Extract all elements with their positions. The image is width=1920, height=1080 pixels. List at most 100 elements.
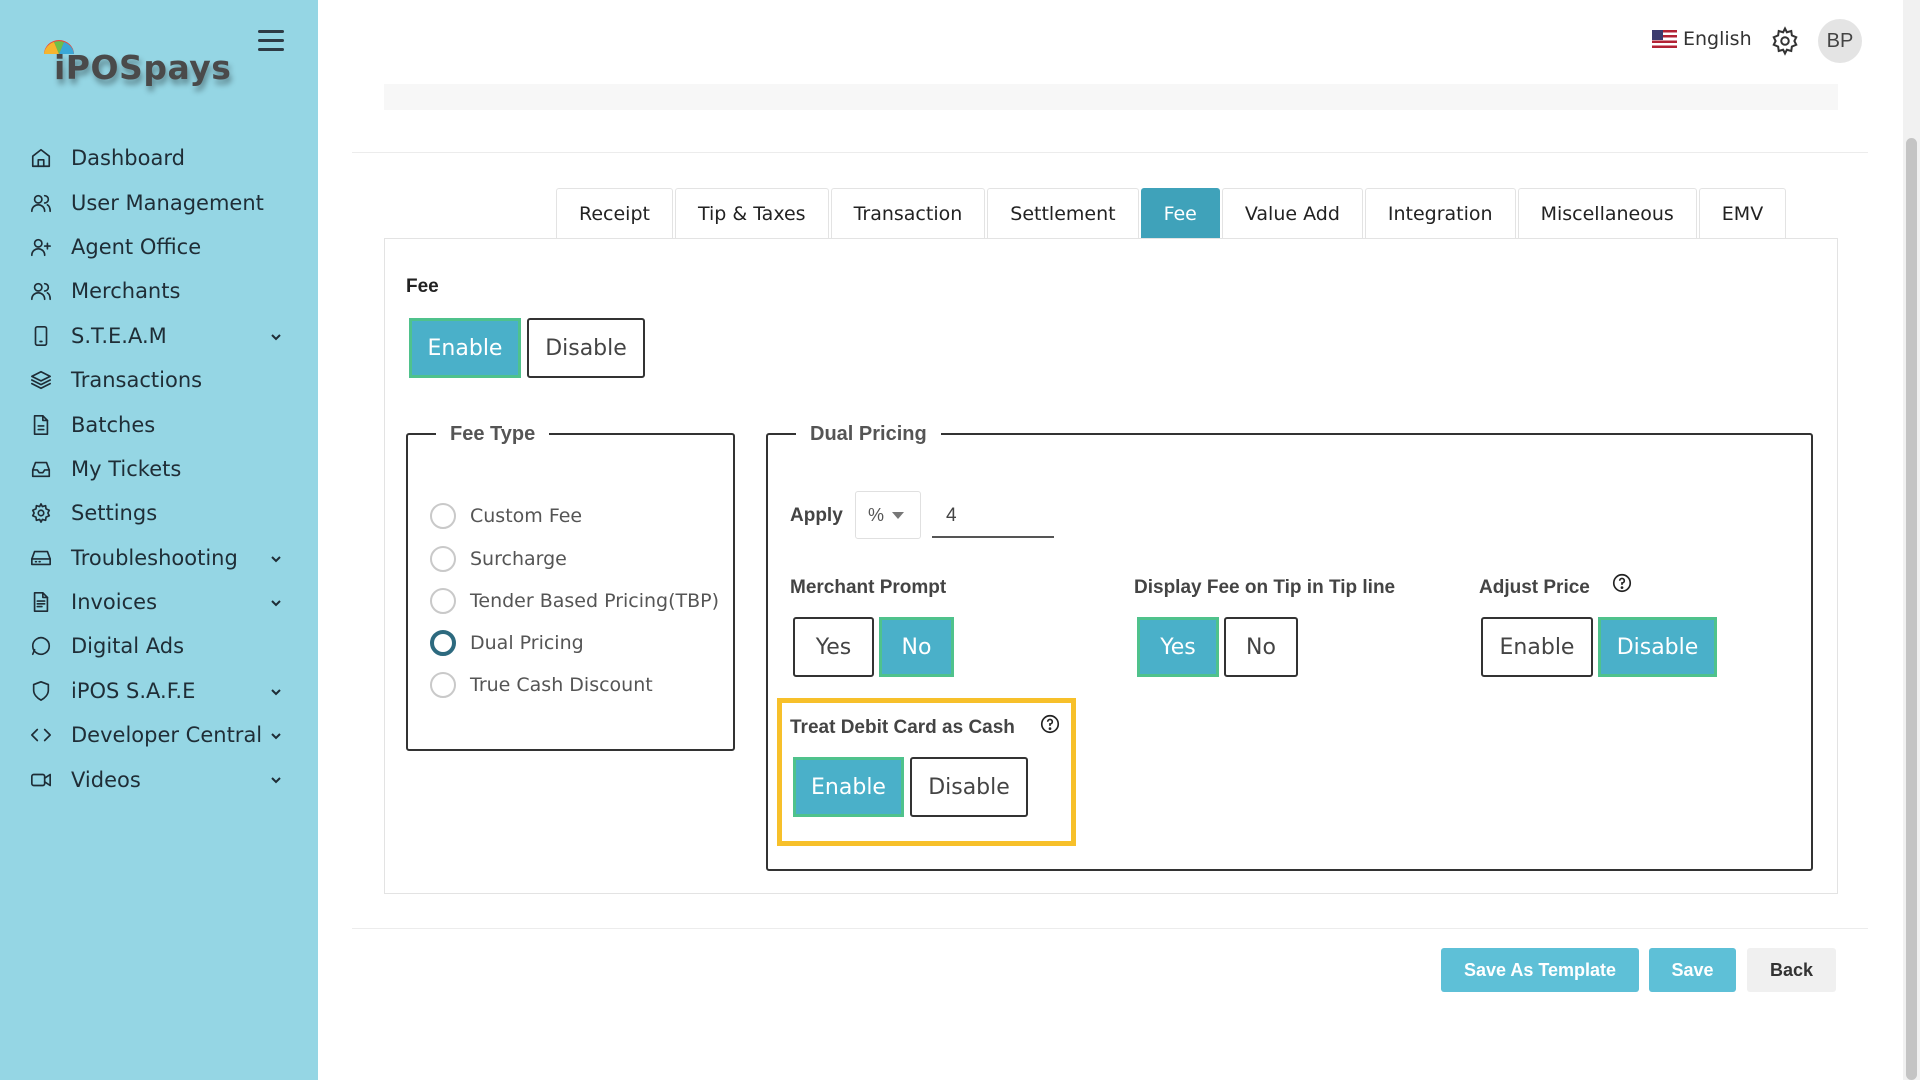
radio-button[interactable] <box>430 503 456 529</box>
fee-label: Fee <box>406 276 439 297</box>
sidebar-item-label: S.T.E.A.M <box>71 323 167 348</box>
apply-unit-value: % <box>868 504 885 525</box>
display-fee-tip-yes-button[interactable]: Yes <box>1137 617 1219 677</box>
radio-button[interactable] <box>430 546 456 572</box>
phone-icon <box>30 325 52 347</box>
sidebar-item-invoices[interactable]: Invoices <box>0 580 318 624</box>
adjust-price-disable-button[interactable]: Disable <box>1598 617 1717 677</box>
tab-settlement[interactable]: Settlement <box>987 188 1139 238</box>
layers-icon <box>30 369 52 391</box>
tab-transaction[interactable]: Transaction <box>830 188 986 238</box>
sidebar-item-label: Agent Office <box>71 234 202 259</box>
radio-surcharge[interactable]: Surcharge <box>430 546 567 572</box>
sidebar-item-my-tickets[interactable]: My Tickets <box>0 447 318 491</box>
sidebar-item-videos[interactable]: Videos <box>0 757 318 801</box>
sidebar-item-merchants[interactable]: Merchants <box>0 269 318 313</box>
apply-label: Apply <box>790 505 843 526</box>
adjust-price-enable-button[interactable]: Enable <box>1481 617 1593 677</box>
radio-label: True Cash Discount <box>470 674 653 696</box>
shield-icon <box>30 680 52 702</box>
save-button[interactable]: Save <box>1649 948 1736 992</box>
home-icon <box>30 147 52 169</box>
tab-fee[interactable]: Fee <box>1140 188 1220 238</box>
save-as-template-button[interactable]: Save As Template <box>1441 948 1639 992</box>
help-circle-icon[interactable] <box>1039 713 1061 735</box>
merchant-prompt-no-button[interactable]: No <box>879 617 954 677</box>
avatar[interactable]: BP <box>1818 19 1862 63</box>
sidebar-item-steam[interactable]: S.T.E.A.M <box>0 314 318 358</box>
sidebar-item-label: Settings <box>71 501 158 526</box>
treat-debit-enable-button[interactable]: Enable <box>793 757 904 817</box>
apply-unit-select[interactable]: % <box>855 491 921 539</box>
sidebar-item-transactions[interactable]: Transactions <box>0 358 318 402</box>
sidebar-item-label: Dashboard <box>71 146 185 171</box>
merchant-prompt-yes-button[interactable]: Yes <box>793 617 874 677</box>
fee-enable-button[interactable]: Enable <box>409 318 521 378</box>
radio-button-checked[interactable] <box>430 630 456 656</box>
radio-true-cash-discount[interactable]: True Cash Discount <box>430 672 653 698</box>
inbox-icon <box>30 458 52 480</box>
tab-emv[interactable]: EMV <box>1698 188 1787 238</box>
tab-miscellaneous[interactable]: Miscellaneous <box>1517 188 1697 238</box>
tab-receipt[interactable]: Receipt <box>556 188 673 238</box>
chevron-down-icon[interactable] <box>270 552 282 564</box>
sidebar-item-batches[interactable]: Batches <box>0 402 318 446</box>
sidebar-item-troubleshooting[interactable]: Troubleshooting <box>0 536 318 580</box>
chevron-down-icon[interactable] <box>270 773 282 785</box>
apply-value-input[interactable] <box>932 496 1054 538</box>
header-band <box>384 84 1838 110</box>
tab-integration[interactable]: Integration <box>1364 188 1516 238</box>
display-fee-tip-no-button[interactable]: No <box>1224 617 1298 677</box>
menu-toggle-icon[interactable] <box>258 30 284 52</box>
video-icon <box>30 769 52 791</box>
tab-value-add[interactable]: Value Add <box>1221 188 1363 238</box>
radio-button[interactable] <box>430 672 456 698</box>
sidebar-item-label: Videos <box>71 767 141 792</box>
radio-button[interactable] <box>430 588 456 614</box>
chevron-down-icon[interactable] <box>270 330 282 342</box>
sidebar-item-dashboard[interactable]: Dashboard <box>0 136 318 180</box>
gear-icon[interactable] <box>1770 26 1800 56</box>
hard-drive-icon <box>30 547 52 569</box>
user-plus-icon <box>30 236 52 258</box>
tab-tip-taxes[interactable]: Tip & Taxes <box>674 188 829 238</box>
chevron-down-icon[interactable] <box>270 685 282 697</box>
sidebar-nav: Dashboard User Management Agent Office M… <box>0 136 318 802</box>
radio-tender-based-pricing[interactable]: Tender Based Pricing(TBP) <box>430 588 719 614</box>
code-icon <box>30 724 52 746</box>
radio-label: Custom Fee <box>470 505 583 527</box>
back-button[interactable]: Back <box>1747 948 1836 992</box>
language-selector[interactable]: English <box>1652 28 1752 50</box>
sidebar-item-label: Merchants <box>71 279 181 304</box>
users-icon <box>30 192 52 214</box>
chevron-down-icon[interactable] <box>270 729 282 741</box>
us-flag-icon <box>1652 30 1677 48</box>
sidebar-item-digital-ads[interactable]: Digital Ads <box>0 624 318 668</box>
help-circle-icon[interactable] <box>1611 572 1633 594</box>
gear-icon <box>30 502 52 524</box>
file-text-icon <box>30 591 52 613</box>
sidebar-item-label: Digital Ads <box>71 634 185 659</box>
radio-custom-fee[interactable]: Custom Fee <box>430 503 582 529</box>
scrollbar-thumb[interactable] <box>1906 138 1917 1080</box>
sidebar-item-label: My Tickets <box>71 456 182 481</box>
radio-dual-pricing[interactable]: Dual Pricing <box>430 630 584 656</box>
radio-label: Surcharge <box>470 548 567 570</box>
settings-tabs: Receipt Tip & Taxes Transaction Settleme… <box>556 188 1788 238</box>
chevron-down-icon[interactable] <box>270 596 282 608</box>
sidebar-item-settings[interactable]: Settings <box>0 491 318 535</box>
logo[interactable]: iPOSpays <box>42 36 231 92</box>
sidebar-item-developer-central[interactable]: Developer Central <box>0 713 318 757</box>
sidebar-item-user-management[interactable]: User Management <box>0 180 318 224</box>
sidebar-item-ipos-safe[interactable]: iPOS S.A.F.E <box>0 669 318 713</box>
sidebar-item-label: Batches <box>71 412 156 437</box>
divider <box>352 928 1868 929</box>
sidebar-item-agent-office[interactable]: Agent Office <box>0 225 318 269</box>
fee-type-legend: Fee Type <box>436 423 550 446</box>
radio-label: Tender Based Pricing(TBP) <box>470 590 720 612</box>
treat-debit-label: Treat Debit Card as Cash <box>790 717 1015 738</box>
language-label: English <box>1683 28 1752 50</box>
treat-debit-disable-button[interactable]: Disable <box>910 757 1028 817</box>
fee-disable-button[interactable]: Disable <box>527 318 645 378</box>
display-fee-tip-label: Display Fee on Tip in Tip line <box>1134 577 1396 598</box>
